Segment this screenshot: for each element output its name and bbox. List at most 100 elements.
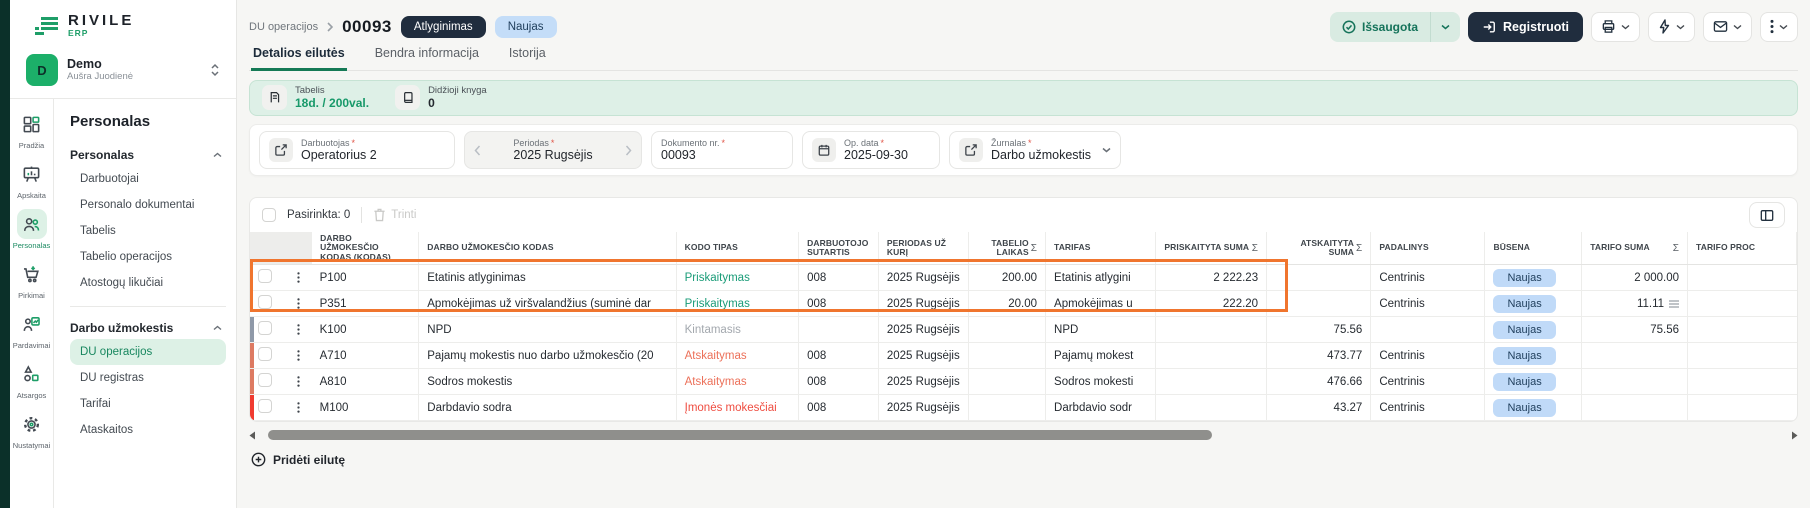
journal-field[interactable]: Žurnalas* Darbo užmokestis [949, 131, 1121, 169]
row-menu-button[interactable] [286, 265, 312, 291]
row-checkbox[interactable] [258, 373, 272, 387]
scroll-left-arrow[interactable] [249, 431, 256, 440]
select-all-checkbox[interactable] [262, 208, 276, 222]
sidebar: RIVILE ERP D Demo Aušra Juodienė [10, 0, 237, 508]
cell-time [968, 343, 1045, 369]
table-row: A810Sodros mokestisAtskaitymas0082025 Ru… [250, 369, 1797, 395]
cell-name: Darbdavio sodra [419, 395, 676, 421]
row-menu-button[interactable] [286, 343, 312, 369]
add-row-button[interactable]: Pridėti eilutę [249, 450, 347, 469]
summary-bar: Tabelis 18d. / 200val. Didžioji knyga 0 [249, 80, 1798, 116]
sidebar-item-darbuotojai[interactable]: Darbuotojai [70, 166, 226, 192]
rail-item-nustatymai[interactable]: Nustatymai [10, 409, 54, 450]
cell-accrued [1156, 369, 1267, 395]
column-header-name[interactable]: DARBO UŽMOKESČIO KODAS [419, 232, 676, 265]
rail-item-personalas[interactable]: Personalas [10, 209, 54, 250]
cell-type: Kintamasis [676, 317, 799, 343]
sidebar-item-ataskaitos[interactable]: Ataskaitos [70, 417, 226, 443]
row-menu-button[interactable] [286, 369, 312, 395]
cell-tariff-sum [1582, 369, 1688, 395]
register-button[interactable]: Registruoti [1468, 12, 1583, 42]
scrollbar-thumb[interactable] [268, 430, 1212, 440]
column-header-code[interactable]: DARBO UŽMOKESČIO KODAS (KODAS) [312, 232, 419, 265]
employee-field[interactable]: Darbuotojas* Operatorius 2 [259, 131, 455, 169]
sidebar-item-tabelis[interactable]: Tabelis [70, 218, 226, 244]
cell-period: 2025 Rugsėjis [878, 265, 968, 291]
scroll-right-arrow[interactable] [1791, 431, 1798, 440]
column-header-deducted[interactable]: ATSKAITYTA SUMAΣ [1267, 232, 1371, 265]
chevron-left-icon[interactable] [474, 145, 481, 156]
sum-sigma-icon[interactable]: Σ [1673, 243, 1679, 254]
rail-item-pirkimai[interactable]: Pirkimai [10, 259, 54, 300]
external-link-icon [269, 138, 293, 162]
more-button[interactable] [1760, 12, 1798, 42]
sidebar-item-atostogu-likuciai[interactable]: Atostogų likučiai [70, 270, 226, 296]
sum-sigma-icon[interactable]: Σ [1252, 243, 1258, 254]
column-settings-button[interactable] [1749, 202, 1785, 228]
quick-actions-button[interactable] [1648, 12, 1695, 42]
cell-tariff: Pajamų mokest [1046, 343, 1156, 369]
document-number-field[interactable]: Dokumento nr.* 00093 [651, 131, 793, 169]
row-menu-button[interactable] [286, 291, 312, 317]
row-menu-button[interactable] [286, 395, 312, 421]
column-header-period[interactable]: PERIODAS UŽ KURĮ [878, 232, 968, 265]
scrollbar-track[interactable] [262, 430, 1785, 440]
cell-code: A710 [312, 343, 419, 369]
column-header-time[interactable]: TABELIO LAIKASΣ [968, 232, 1045, 265]
account-switcher[interactable]: D Demo Aušra Juodienė [20, 48, 226, 98]
sidebar-item-tabelio-operacijos[interactable]: Tabelio operacijos [70, 244, 226, 270]
brand-sub: ERP [68, 28, 134, 38]
delete-button[interactable]: Trinti [373, 208, 416, 222]
column-header-contract[interactable]: DARBUOTOJO SUTARTIS [799, 232, 879, 265]
column-header-tariff[interactable]: TARIFAS [1046, 232, 1156, 265]
tab-detalios-eilutes[interactable]: Detalios eilutės [251, 42, 347, 71]
row-checkbox[interactable] [258, 295, 272, 309]
sidebar-item-personalo-dokumentai[interactable]: Personalo dokumentai [70, 192, 226, 218]
row-checkbox[interactable] [258, 399, 272, 413]
row-menu-button[interactable] [286, 317, 312, 343]
row-checkbox[interactable] [258, 347, 272, 361]
cell-status: Naujas [1485, 265, 1582, 291]
column-header-tariff_sum[interactable]: TARIFO SUMAΣ [1582, 232, 1688, 265]
table-header-row: DARBO UŽMOKESČIO KODAS (KODAS)DARBO UŽMO… [250, 232, 1797, 265]
register-icon [1482, 20, 1496, 34]
row-status-badge: Naujas [1493, 399, 1555, 417]
tab-istorija[interactable]: Istorija [507, 42, 548, 70]
column-header-tariff_pct[interactable]: TARIFO PROC [1688, 232, 1797, 265]
period-field[interactable]: Periodas* 2025 Rugsėjis [464, 131, 642, 169]
menu-group-darbo-uzmokestis[interactable]: Darbo užmokestis [70, 317, 226, 339]
column-header-accrued[interactable]: PRISKAITYTA SUMAΣ [1156, 232, 1267, 265]
horizontal-scrollbar[interactable] [249, 429, 1798, 441]
cell-code: K100 [312, 317, 419, 343]
operation-date-field[interactable]: Op. data* 2025-09-30 [802, 131, 940, 169]
sidebar-item-du-operacijos[interactable]: DU operacijos [70, 339, 226, 365]
rail-item-atsargos[interactable]: Atsargos [10, 359, 54, 400]
email-button[interactable] [1703, 12, 1752, 42]
column-header-type[interactable]: KODO TIPAS [676, 232, 799, 265]
breadcrumb-link[interactable]: DU operacijos [249, 21, 318, 33]
menu-group-personalas[interactable]: Personalas [70, 144, 226, 166]
column-header-department[interactable]: PADALINYS [1371, 232, 1485, 265]
chevron-right-icon[interactable] [625, 145, 632, 156]
column-header-status[interactable]: BŪSENA [1485, 232, 1582, 265]
rail-item-apskaita[interactable]: Apskaita [10, 159, 54, 200]
divider [70, 306, 226, 307]
row-checkbox[interactable] [258, 269, 272, 283]
sidebar-item-tarifai[interactable]: Tarifai [70, 391, 226, 417]
app-window: RIVILE ERP D Demo Aušra Juodienė [0, 0, 1810, 508]
cell-accrued [1156, 395, 1267, 421]
cell-deducted [1267, 265, 1371, 291]
table-scroll-area: DARBO UŽMOKESČIO KODAS (KODAS)DARBO UŽMO… [250, 232, 1797, 421]
print-button[interactable] [1591, 12, 1640, 42]
sum-sigma-icon[interactable]: Σ [1356, 243, 1362, 254]
sidebar-item-du-registras[interactable]: DU registras [70, 365, 226, 391]
saved-button[interactable]: Išsaugota [1330, 12, 1460, 42]
tab-bendra-informacija[interactable]: Bendra informacija [373, 42, 481, 70]
rail-item-pradzia[interactable]: Pradžia [10, 109, 54, 150]
rail-item-pardavimai[interactable]: Pardavimai [10, 309, 54, 350]
cell-name: Sodros mokestis [419, 369, 676, 395]
row-checkbox[interactable] [258, 321, 272, 335]
envelope-icon [1713, 20, 1728, 33]
sum-sigma-icon[interactable]: Σ [1031, 243, 1037, 254]
saved-dropdown-chevron[interactable] [1431, 24, 1460, 30]
